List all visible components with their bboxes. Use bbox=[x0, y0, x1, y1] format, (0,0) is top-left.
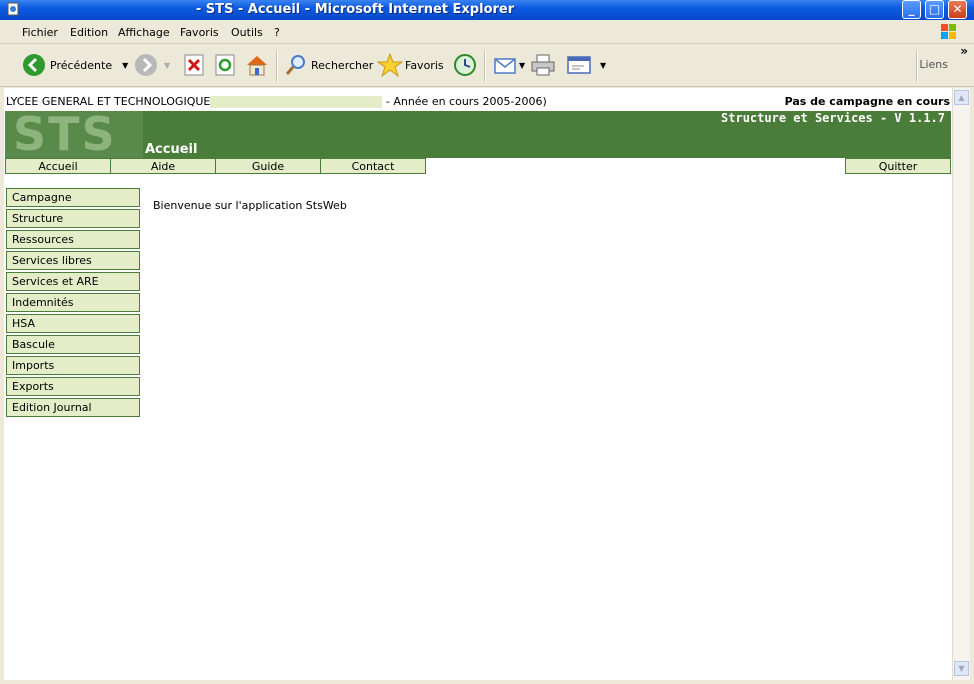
menu-help[interactable]: ? bbox=[274, 26, 280, 39]
sts-logo: STS bbox=[5, 111, 143, 158]
edit-button[interactable]: ▼ bbox=[566, 52, 606, 78]
app-banner: STS Structure et Services - V 1.1.7 Accu… bbox=[5, 111, 951, 158]
sidebar-item-imports[interactable]: Imports bbox=[6, 356, 140, 375]
sidebar-item-exports[interactable]: Exports bbox=[6, 377, 140, 396]
back-arrow-icon bbox=[23, 54, 45, 76]
page-content bbox=[4, 88, 954, 680]
search-label: Rechercher bbox=[311, 58, 374, 72]
refresh-button[interactable] bbox=[214, 52, 236, 78]
printer-icon bbox=[531, 54, 555, 76]
forward-button[interactable]: ▼ bbox=[134, 52, 170, 78]
window-title: - STS - Accueil - Microsoft Internet Exp… bbox=[195, 2, 515, 17]
nav-home-button[interactable]: Accueil bbox=[5, 158, 111, 174]
mail-button[interactable]: ▼ bbox=[493, 52, 525, 78]
home-button[interactable] bbox=[244, 52, 270, 78]
campaign-status: Pas de campagne en cours bbox=[784, 95, 950, 108]
nav-quit-button[interactable]: Quitter bbox=[845, 158, 951, 174]
top-nav: Accueil Aide Guide Contact Quitter bbox=[5, 158, 951, 175]
toolbar-separator bbox=[276, 50, 278, 82]
stop-button[interactable] bbox=[183, 52, 205, 78]
refresh-icon bbox=[215, 54, 235, 76]
sidebar-item-indemnites[interactable]: Indemnités bbox=[6, 293, 140, 312]
sidebar-item-services-are[interactable]: Services et ARE bbox=[6, 272, 140, 291]
favorites-button[interactable]: Favoris bbox=[377, 52, 444, 78]
school-name-field bbox=[210, 96, 383, 108]
mail-dropdown-icon[interactable]: ▼ bbox=[519, 61, 525, 70]
scroll-down-icon[interactable]: ▼ bbox=[954, 661, 969, 676]
logo-text: STS bbox=[13, 111, 117, 158]
stop-icon bbox=[184, 54, 204, 76]
sidebar-item-ressources[interactable]: Ressources bbox=[6, 230, 140, 249]
menu-file[interactable]: Fichier bbox=[22, 26, 58, 39]
windows-logo-icon bbox=[941, 24, 956, 39]
maximize-button[interactable]: □ bbox=[925, 0, 944, 19]
history-button[interactable] bbox=[452, 52, 478, 78]
sidebar-item-campagne[interactable]: Campagne bbox=[6, 188, 140, 207]
nav-contact-button[interactable]: Contact bbox=[320, 158, 426, 174]
nav-help-button[interactable]: Aide bbox=[110, 158, 216, 174]
browser-window: - STS - Accueil - Microsoft Internet Exp… bbox=[0, 0, 974, 684]
sidebar-item-bascule[interactable]: Bascule bbox=[6, 335, 140, 354]
search-icon bbox=[285, 55, 305, 75]
forward-arrow-icon bbox=[135, 54, 157, 76]
school-label: LYCEE GENERAL ET TECHNOLOGIQUE bbox=[6, 95, 211, 108]
welcome-message: Bienvenue sur l'application StsWeb bbox=[153, 199, 347, 212]
print-button[interactable] bbox=[530, 52, 556, 78]
favorites-label: Favoris bbox=[405, 58, 444, 72]
toolbar: Précédente ▼ ▼ Rechercher Favoris ▼ ▼ Li… bbox=[0, 44, 974, 87]
close-button[interactable]: ✕ bbox=[948, 0, 967, 19]
sidebar-item-services-libres[interactable]: Services libres bbox=[6, 251, 140, 270]
scroll-up-icon[interactable]: ▲ bbox=[954, 90, 969, 105]
nav-guide-button[interactable]: Guide bbox=[215, 158, 321, 174]
back-label: Précédente bbox=[50, 58, 113, 72]
app-name: Structure et Services - V 1.1.7 bbox=[721, 111, 945, 125]
menu-tools[interactable]: Outils bbox=[231, 26, 263, 39]
home-icon bbox=[247, 56, 267, 76]
page-title: Accueil bbox=[145, 142, 198, 157]
menu-bar: Fichier Edition Affichage Favoris Outils… bbox=[0, 20, 974, 44]
sidebar-item-edition-journal[interactable]: Edition Journal bbox=[6, 398, 140, 417]
mail-icon bbox=[494, 58, 516, 74]
back-button[interactable]: Précédente ▼ bbox=[22, 52, 128, 78]
sidebar-item-hsa[interactable]: HSA bbox=[6, 314, 140, 333]
star-icon bbox=[377, 53, 403, 77]
menu-view[interactable]: Affichage bbox=[118, 26, 170, 39]
school-year: - Année en cours 2005-2006) bbox=[385, 95, 547, 108]
minimize-button[interactable]: _ bbox=[902, 0, 921, 19]
forward-dropdown-icon[interactable]: ▼ bbox=[164, 61, 170, 70]
title-bar: - STS - Accueil - Microsoft Internet Exp… bbox=[0, 0, 974, 20]
menu-edit[interactable]: Edition bbox=[70, 26, 108, 39]
links-label[interactable]: Liens bbox=[919, 58, 948, 71]
edit-page-icon bbox=[567, 56, 591, 74]
history-icon bbox=[454, 54, 476, 76]
sidebar-item-structure[interactable]: Structure bbox=[6, 209, 140, 228]
search-button[interactable]: Rechercher bbox=[284, 52, 373, 78]
back-dropdown-icon[interactable]: ▼ bbox=[122, 61, 128, 70]
toolbar-separator bbox=[916, 50, 918, 82]
vertical-scrollbar[interactable]: ▲ ▼ bbox=[952, 88, 970, 680]
edit-dropdown-icon[interactable]: ▼ bbox=[600, 61, 606, 70]
school-line: LYCEE GENERAL ET TECHNOLOGIQUE - Année e… bbox=[6, 95, 547, 108]
menu-favorites[interactable]: Favoris bbox=[180, 26, 219, 39]
toolbar-overflow-icon[interactable]: » bbox=[960, 44, 968, 58]
toolbar-separator bbox=[484, 50, 486, 82]
